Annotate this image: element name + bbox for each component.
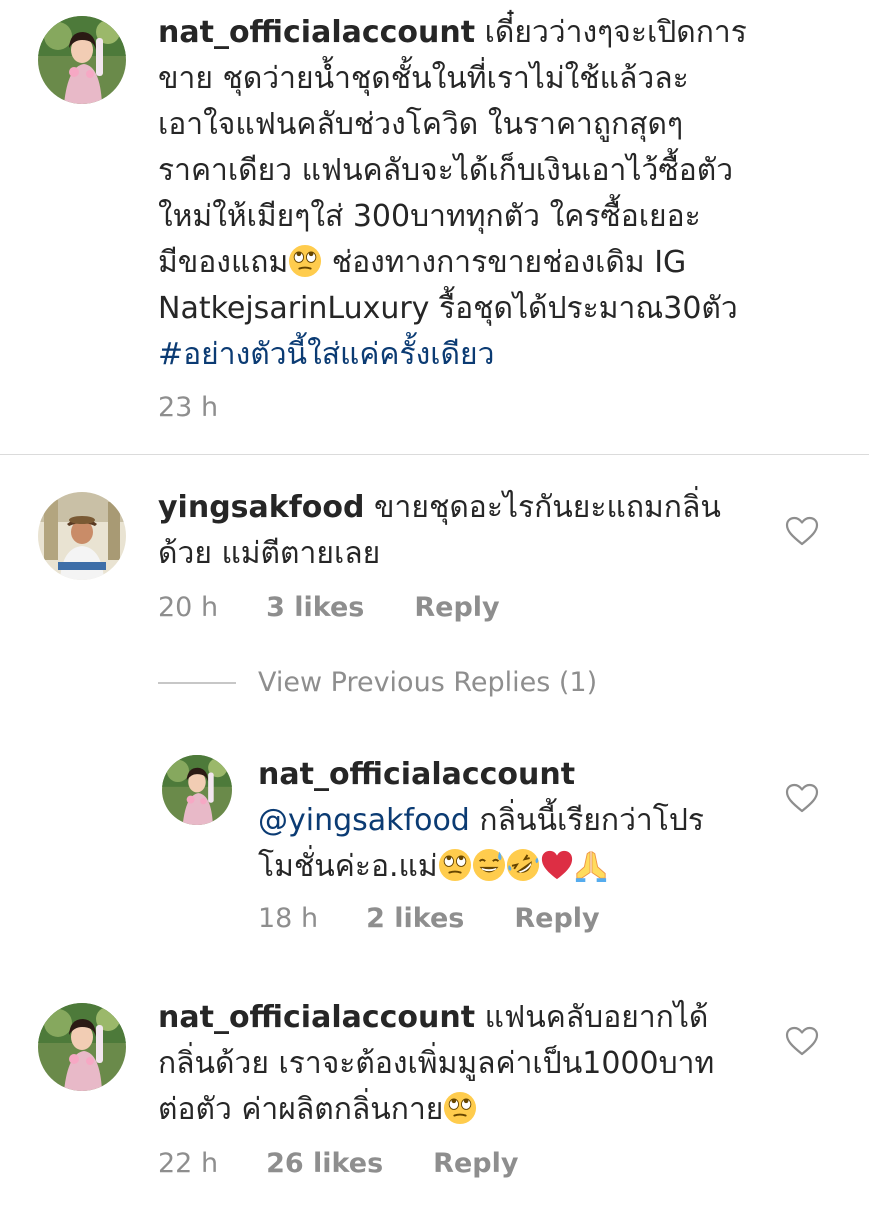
comment-meta: 23 h [158,392,218,423]
comment-time: 22 h [158,1148,219,1179]
avatar[interactable] [38,16,126,104]
comment-username[interactable]: yingsakfood [158,490,364,525]
comment-meta: 18 h 2 likes Reply [258,903,600,934]
reply-button[interactable]: Reply [514,903,599,934]
view-previous-replies-label[interactable]: View Previous Replies (1) [258,667,597,698]
comment-text-segment: ต่อตัว ค่าผลิตกลิ่นกาย [158,1092,444,1127]
comment-time: 23 h [158,392,219,423]
face-with-rolling-eyes-emoji [443,1091,477,1125]
avatar[interactable] [38,492,126,580]
comment-line: มีของแถม ช่องทางการขายช่องเดิม IG [158,240,818,286]
comment-meta: 20 h 3 likes Reply [158,592,500,623]
like-heart-icon[interactable] [785,1026,819,1056]
grinning-face-with-sweat-emoji [472,848,506,882]
mention-link[interactable]: @yingsakfood [258,803,470,838]
comment-text-segment: แฟนคลับอยากได้ [484,1000,709,1035]
comment-line: ต่อตัว ค่าผลิตกลิ่นกาย [158,1087,778,1133]
avatar-image [38,1003,126,1091]
likes-count[interactable]: 2 likes [366,903,464,934]
comment-line: yingsakfood ขายชุดอะไรกันยะแถมกลิ่น [158,485,758,531]
face-with-rolling-eyes-emoji [288,244,322,278]
rolling-on-floor-laughing-emoji [506,848,540,882]
avatar-image [38,16,126,104]
comment-text-segment: มีของแถม [158,245,289,280]
divider [0,454,869,455]
reply-button[interactable]: Reply [414,592,499,623]
comment-line: ขาย ชุดว่ายน้ำชุดชั้นในที่เราไม่ใช้แล้วล… [158,61,689,96]
likes-count[interactable]: 3 likes [266,592,364,623]
comment-text: nat_officialaccount แฟนคลับอยากได้ กลิ่น… [158,995,778,1133]
comment-line: กลิ่นด้วย เราจะต้องเพิ่มมูลค่าเป็น1000บา… [158,1046,715,1081]
like-heart-icon[interactable] [785,516,819,546]
comment-text: nat_officialaccount เดี๋ยวว่างๆจะเปิดการ… [158,10,818,378]
folded-hands-emoji [574,848,608,882]
likes-count[interactable]: 26 likes [266,1148,383,1179]
comment-line: @yingsakfood กลิ่นนี้เรียกว่าโปร [258,798,758,844]
avatar-image [162,755,232,825]
comment-text-segment: โมชั่นค่ะอ.แม่ [258,849,438,884]
comment-line: NatkejsarinLuxury รื้อชุดได้ประมาณ30ตัว [158,291,738,326]
comment-text: nat_officialaccount @yingsakfood กลิ่นนี… [258,752,758,890]
comment-line: nat_officialaccount เดี๋ยวว่างๆจะเปิดการ [158,10,818,56]
comment-time: 18 h [258,903,319,934]
comment-line: ด้วย แม่ตีตายเลย [158,536,381,571]
face-with-rolling-eyes-emoji [438,848,472,882]
comment-text: yingsakfood ขายชุดอะไรกันยะแถมกลิ่น ด้วย… [158,485,758,577]
like-heart-icon[interactable] [785,783,819,813]
comment-line: ราคาเดียว แฟนคลับจะได้เก็บเงินเอาไว้ซื้อ… [158,153,734,188]
hashtag-link[interactable]: #อย่างตัวนี้ใส่แค่ครั้งเดียว [158,332,818,378]
reply-button[interactable]: Reply [433,1148,518,1179]
replies-line [158,681,236,684]
comment-line: nat_officialaccount แฟนคลับอยากได้ [158,995,778,1041]
comment-meta: 22 h 26 likes Reply [158,1148,518,1179]
comment-text-segment: ขายชุดอะไรกันยะแถมกลิ่น [374,490,721,525]
comment-line: เอาใจแฟนคลับช่วงโควิด ในราคาถูกสุดๆ [158,107,684,142]
comment-username[interactable]: nat_officialaccount [158,15,475,50]
avatar-image [38,492,126,580]
comment-text-segment: กลิ่นนี้เรียกว่าโปร [479,803,705,838]
comment-line: โมชั่นค่ะอ.แม่ [258,844,758,890]
comment-username[interactable]: nat_officialaccount [258,752,758,798]
avatar[interactable] [162,755,232,825]
avatar[interactable] [38,1003,126,1091]
comment-text-segment: ช่องทางการขายช่องเดิม IG [322,245,687,280]
comment-text-segment: เดี๋ยวว่างๆจะเปิดการ [484,15,747,50]
comment-line: ใหม่ให้เมียๆใส่ 300บาททุกตัว ใครซื้อเยอะ [158,199,701,234]
view-previous-replies[interactable]: View Previous Replies (1) [158,667,597,698]
comment-username[interactable]: nat_officialaccount [158,1000,475,1035]
comment-time: 20 h [158,592,219,623]
red-heart-emoji [540,848,574,882]
